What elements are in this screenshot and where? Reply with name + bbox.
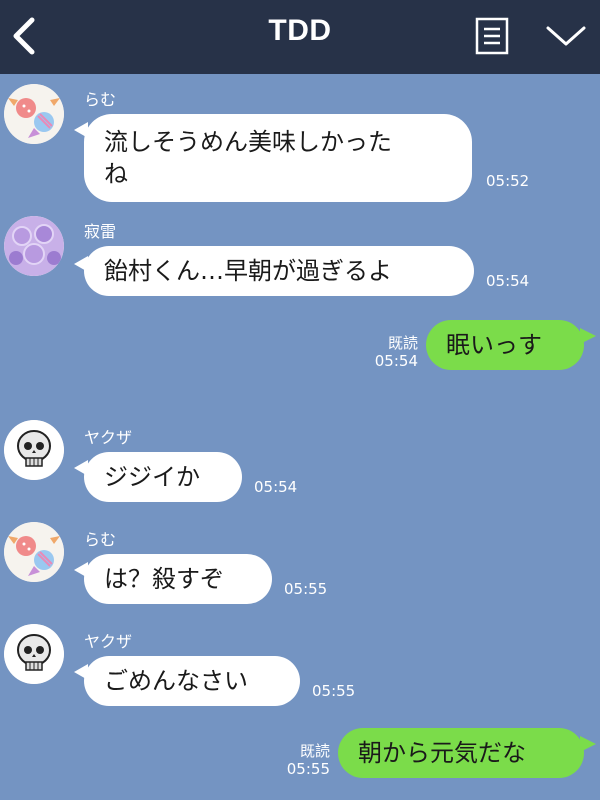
message-text-line: ごめんなさい xyxy=(104,667,248,695)
message-bubble[interactable]: は？殺すぞ xyxy=(84,554,272,604)
message-text-line: 朝から元気だな xyxy=(358,739,526,767)
message-bubble[interactable]: 眠いっす xyxy=(426,320,584,370)
sender-name: ヤクザ xyxy=(84,428,133,447)
message-bubble[interactable]: ジジイか xyxy=(84,452,242,502)
skull-avatar xyxy=(4,624,64,684)
read-receipt: 既読 05:55 xyxy=(268,742,330,778)
chevron-down-icon xyxy=(546,26,586,46)
candy-avatar xyxy=(4,84,64,144)
message-text-line: は？殺すぞ xyxy=(104,565,224,593)
chat-title: TDD xyxy=(268,14,332,47)
message-time: 05:55 xyxy=(286,760,330,778)
avatar[interactable] xyxy=(4,216,64,276)
message-time: 05:55 xyxy=(312,682,356,700)
notes-icon xyxy=(475,17,509,55)
avatar[interactable] xyxy=(4,522,64,582)
sender-name: 寂雷 xyxy=(84,222,117,241)
bubble-tail xyxy=(580,328,596,344)
sender-name: ヤクザ xyxy=(84,632,133,651)
message-text-line: 流しそうめん美味しかった xyxy=(104,128,392,156)
message-time: 05:55 xyxy=(284,580,328,598)
avatar[interactable] xyxy=(4,84,64,144)
sender-name: らむ xyxy=(84,90,117,109)
message-bubble[interactable]: 朝から元気だな xyxy=(338,728,584,778)
pills-avatar xyxy=(4,216,64,276)
message-text-line: ジジイか xyxy=(104,463,200,491)
message-bubble[interactable]: 飴村くん…早朝が過ぎるよ xyxy=(84,246,474,296)
message-time: 05:54 xyxy=(254,478,298,496)
avatar[interactable] xyxy=(4,420,64,480)
expand-menu-button[interactable] xyxy=(544,22,588,52)
message-time: 05:54 xyxy=(374,352,418,370)
message-text-line: ね xyxy=(104,160,128,188)
skull-avatar xyxy=(4,420,64,480)
message-time: 05:54 xyxy=(486,272,530,290)
message-text-line: 眠いっす xyxy=(446,331,542,359)
read-label: 既読 xyxy=(387,334,418,352)
bubble-tail xyxy=(580,736,596,752)
read-receipt: 既読 05:54 xyxy=(356,334,418,370)
candy-avatar xyxy=(4,522,64,582)
read-label: 既読 xyxy=(299,742,330,760)
message-text-line: 飴村くん…早朝が過ぎるよ xyxy=(104,257,392,285)
chat-header: TDD xyxy=(0,0,600,74)
sender-name: らむ xyxy=(84,530,117,549)
notes-button[interactable] xyxy=(474,16,510,56)
avatar[interactable] xyxy=(4,624,64,684)
message-time: 05:52 xyxy=(486,172,530,190)
message-bubble[interactable]: ごめんなさい xyxy=(84,656,300,706)
message-bubble[interactable]: 流しそうめん美味しかった ね xyxy=(84,114,472,202)
